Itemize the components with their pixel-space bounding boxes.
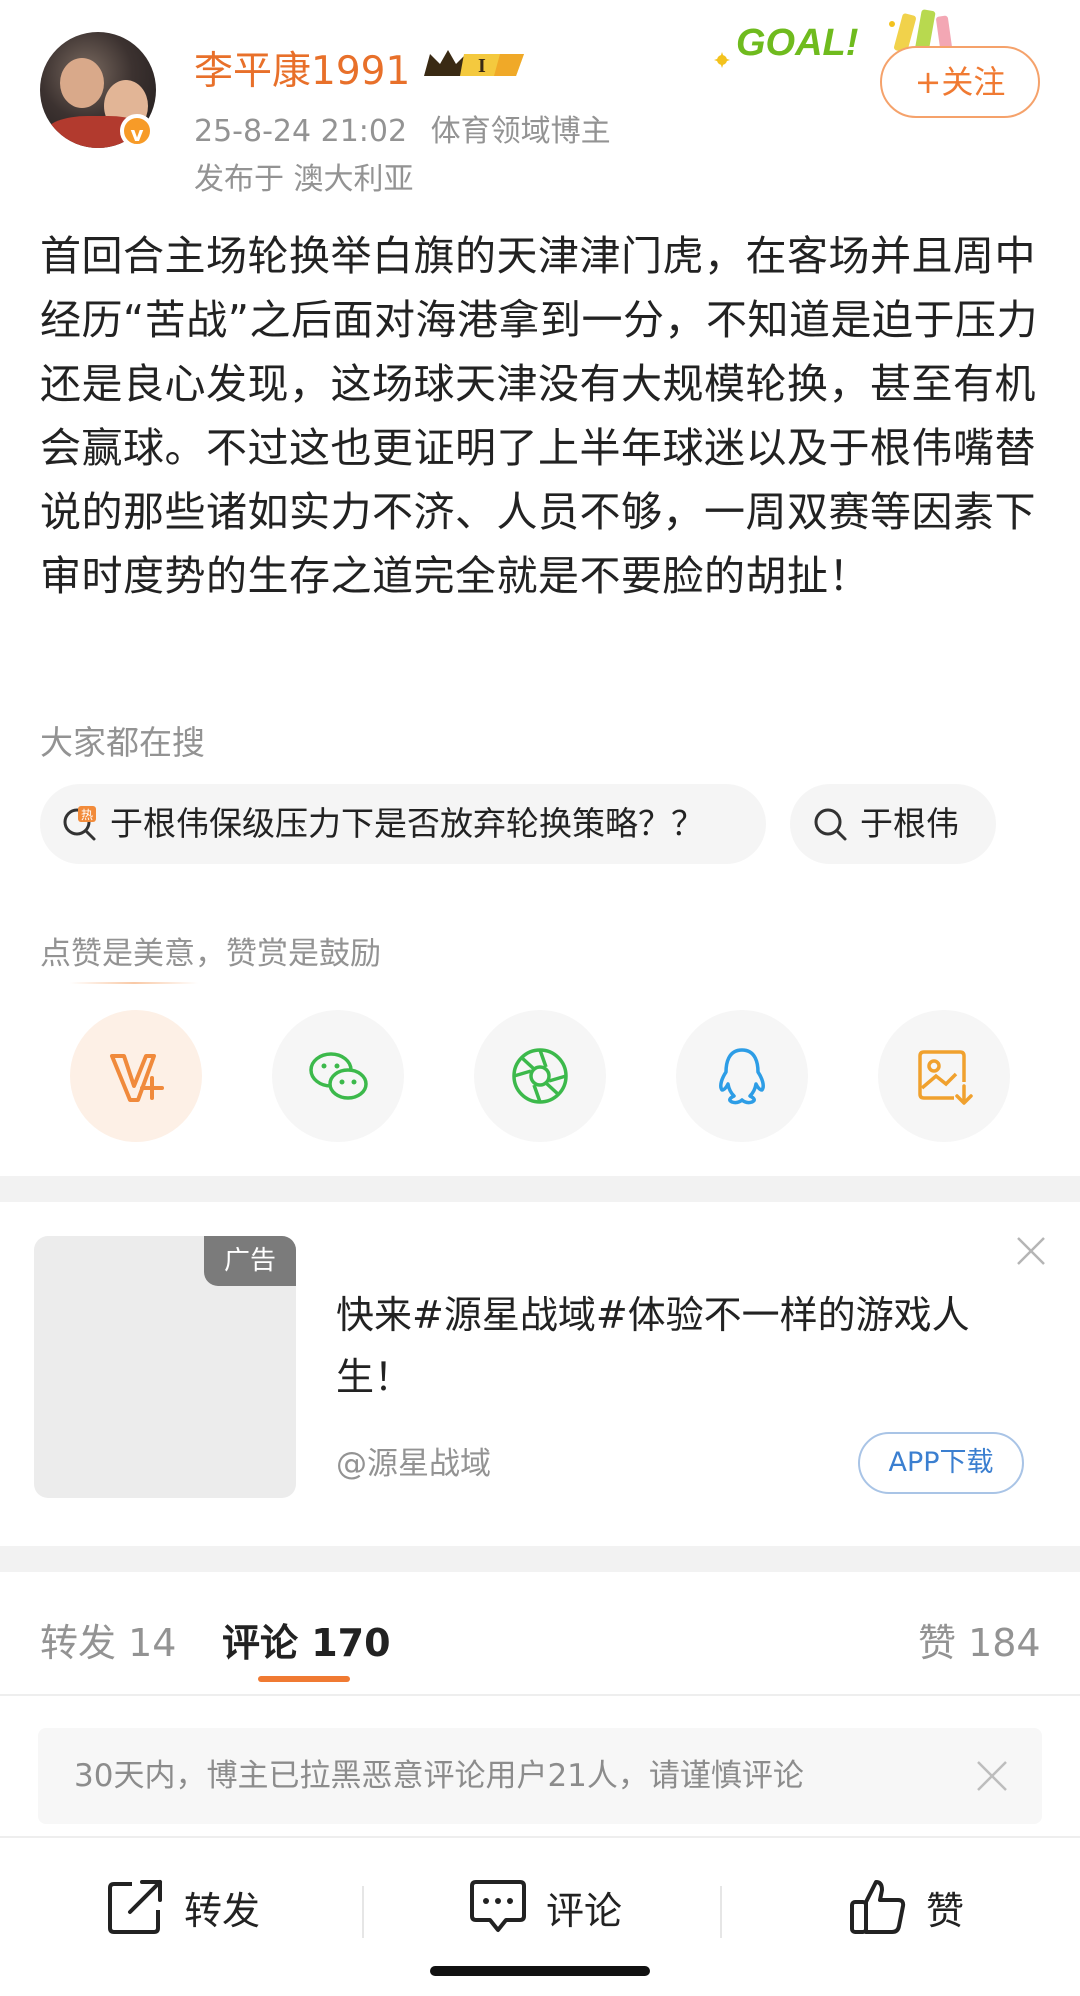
svg-text:热: 热	[81, 808, 93, 822]
section-divider	[0, 1176, 1080, 1202]
search-section-title: 大家都在搜	[40, 723, 205, 762]
ad-text[interactable]: 快来#源星战域#体验不一样的游戏人生！	[336, 1284, 1016, 1408]
close-icon[interactable]	[974, 1758, 1010, 1794]
search-chip[interactable]: 于根伟	[790, 784, 996, 864]
follow-button[interactable]: +关注	[880, 46, 1040, 118]
ad-source: @源星战域	[336, 1446, 491, 1482]
search-chip-label: 于根伟	[860, 804, 959, 843]
tab-comments[interactable]: 评论 170	[222, 1612, 391, 1667]
post-date: 25-8-24 21:02	[194, 114, 408, 149]
moments-icon	[512, 1048, 568, 1104]
share-moments-button[interactable]	[474, 1010, 606, 1142]
crown-level-icon: I	[424, 50, 524, 77]
goal-text: GOAL!	[736, 22, 859, 64]
avatar-face	[60, 58, 104, 108]
thumbs-up-icon	[850, 1880, 906, 1934]
wechat-icon	[309, 1052, 368, 1100]
reward-title: 点赞是美意，赞赏是鼓励	[40, 936, 381, 972]
search-icon	[814, 808, 847, 841]
section-divider	[0, 1546, 1080, 1572]
bottom-separator	[720, 1886, 722, 1938]
svg-text:I: I	[478, 55, 486, 77]
reward-highlight	[70, 982, 198, 984]
reward-button[interactable]	[70, 1010, 202, 1142]
divider	[0, 1836, 1080, 1838]
save-image-button[interactable]	[878, 1010, 1010, 1142]
share-qq-button[interactable]	[676, 1010, 808, 1142]
verified-badge-icon: v	[120, 114, 154, 148]
like-label: 赞	[926, 1889, 965, 1933]
search-chip-label: 于根伟保级压力下是否放弃轮换策略？？	[110, 804, 704, 843]
hot-search-icon: 热	[63, 806, 96, 841]
tab-likes[interactable]: 赞 184	[918, 1612, 1041, 1667]
post-meta: 25-8-24 21:02 体育领域博主	[194, 106, 611, 150]
app-download-button[interactable]: APP下载	[858, 1432, 1024, 1494]
ad-tag: 广告	[204, 1236, 296, 1286]
repost-label: 转发	[184, 1889, 261, 1933]
search-chip-hot[interactable]: 热 于根伟保级压力下是否放弃轮换策略？？	[40, 784, 766, 864]
post-location: 发布于 澳大利亚	[194, 162, 414, 197]
tab-repost[interactable]: 转发 14	[40, 1612, 176, 1667]
repost-icon	[108, 1880, 162, 1934]
comment-icon	[470, 1880, 526, 1932]
qq-icon	[719, 1048, 765, 1105]
divider	[0, 1694, 1080, 1696]
reward-v-icon	[110, 1054, 164, 1102]
comment-label: 评论	[546, 1889, 623, 1933]
share-wechat-button[interactable]	[272, 1010, 404, 1142]
comment-notice: 30天内，博主已拉黑恶意评论用户21人，请谨慎评论	[38, 1728, 1042, 1824]
close-icon[interactable]	[1014, 1234, 1048, 1268]
post-category: 体育领域博主	[430, 114, 611, 149]
save-image-icon	[918, 1050, 973, 1105]
home-indicator	[430, 1966, 650, 1976]
post-text: 首回合主场轮换举白旗的天津津门虎，在客场并且周中经历“苦战”之后面对海港拿到一分…	[40, 232, 1038, 600]
tab-active-indicator	[258, 1676, 350, 1682]
username[interactable]: 李平康1991	[194, 40, 410, 96]
bottom-separator	[362, 1886, 364, 1938]
